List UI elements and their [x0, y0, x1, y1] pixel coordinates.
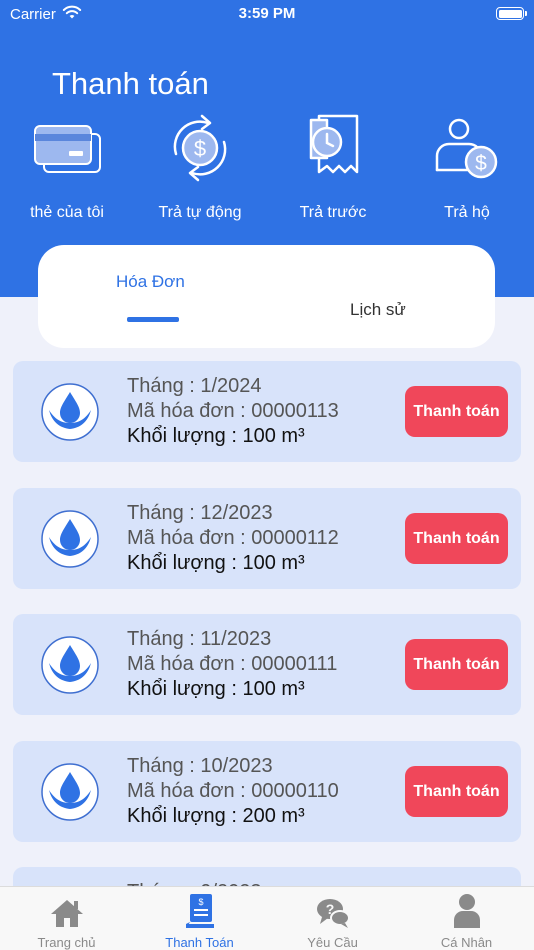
bill-invoice-number: Mã hóa đơn : 00000113	[127, 400, 339, 422]
tab-history[interactable]: Lịch sử	[350, 300, 406, 320]
active-tab-indicator	[127, 317, 179, 322]
quick-action-prepay[interactable]: Trả trước	[266, 112, 400, 222]
svg-text:$: $	[198, 897, 203, 907]
invoice-icon: $	[185, 894, 214, 928]
svg-text:$: $	[194, 136, 206, 161]
water-logo-icon	[41, 510, 99, 568]
svg-text:?: ?	[325, 901, 334, 917]
tab-label: Trang chủ	[37, 935, 96, 950]
water-logo-icon	[41, 763, 99, 821]
person-icon	[453, 894, 480, 928]
tab-label: Thanh Toán	[165, 935, 234, 950]
tabs-card: Hóa Đơn Lịch sử	[38, 245, 495, 348]
pay-button[interactable]: Thanh toán	[405, 766, 508, 817]
bill-card: Tháng : 12/2023 Mã hóa đơn : 00000112 Kh…	[13, 488, 521, 589]
quick-action-label: Trả trước	[299, 204, 367, 221]
tab-label: Yêu Cầu	[307, 935, 358, 950]
bill-month: Tháng : 1/2024	[127, 375, 262, 397]
bill-month: Tháng : 12/2023	[127, 502, 273, 524]
tab-label: Cá Nhân	[440, 935, 493, 950]
home-icon	[50, 900, 83, 927]
bill-card: Tháng : 11/2023 Mã hóa đơn : 00000111 Kh…	[13, 614, 521, 715]
bill-month: Tháng : 11/2023	[127, 628, 272, 650]
status-time: 3:59 PM	[238, 5, 296, 22]
bill-invoice-number: Mã hóa đơn : 00000110	[127, 780, 339, 802]
status-bar: Carrier 3:59 PM	[0, 0, 534, 30]
tab-requests[interactable]: ? Yêu Cầu	[266, 887, 399, 950]
pay-button[interactable]: Thanh toán	[405, 513, 508, 564]
svg-text:$: $	[475, 152, 487, 175]
quick-action-pay-for-others[interactable]: $ Trả hộ	[400, 112, 534, 222]
bottom-tab-bar: Trang chủ $ Thanh Toán ? Yêu Cầu Cá Nhân	[0, 886, 534, 950]
pay-button[interactable]: Thanh toán	[405, 386, 508, 437]
quick-action-my-card[interactable]: thẻ của tôi	[0, 112, 134, 222]
quick-action-auto-pay[interactable]: $ Trả tự động	[133, 112, 267, 222]
bill-volume: Khổi lượng : 100 m³	[127, 678, 305, 700]
quick-action-label: Trả tự động	[158, 204, 242, 221]
help-chat-icon: ?	[316, 899, 350, 928]
pay-for-others-icon: $	[435, 118, 498, 179]
tab-invoices[interactable]: Hóa Đơn	[116, 272, 185, 292]
prepay-icon	[309, 114, 359, 174]
page-title: Thanh toán	[52, 66, 209, 101]
quick-action-label: Trả hộ	[444, 204, 490, 221]
bill-invoice-number: Mã hóa đơn : 00000111	[127, 653, 338, 675]
pay-button[interactable]: Thanh toán	[405, 639, 508, 690]
tab-profile[interactable]: Cá Nhân	[400, 887, 533, 950]
bill-volume: Khổi lượng : 100 m³	[127, 552, 305, 574]
quick-actions: thẻ của tôi $ Trả tự động Trả trước $ Tr…	[0, 112, 534, 232]
bill-card: Tháng : 10/2023 Mã hóa đơn : 00000110 Kh…	[13, 741, 521, 842]
battery-icon	[496, 7, 527, 20]
bill-month: Tháng : 10/2023	[127, 755, 273, 777]
credit-card-icon	[34, 125, 101, 173]
tab-payment[interactable]: $ Thanh Toán	[133, 887, 266, 950]
water-logo-icon	[41, 383, 99, 441]
bill-card: Tháng : 1/2024 Mã hóa đơn : 00000113 Khổ…	[13, 361, 521, 462]
bill-volume: Khổi lượng : 100 m³	[127, 425, 305, 447]
quick-action-label: thẻ của tôi	[30, 204, 104, 221]
tab-home[interactable]: Trang chủ	[0, 887, 133, 950]
auto-pay-icon: $	[173, 114, 227, 182]
water-logo-icon	[41, 636, 99, 694]
bill-volume: Khổi lượng : 200 m³	[127, 805, 305, 827]
bill-invoice-number: Mã hóa đơn : 00000112	[127, 527, 339, 549]
